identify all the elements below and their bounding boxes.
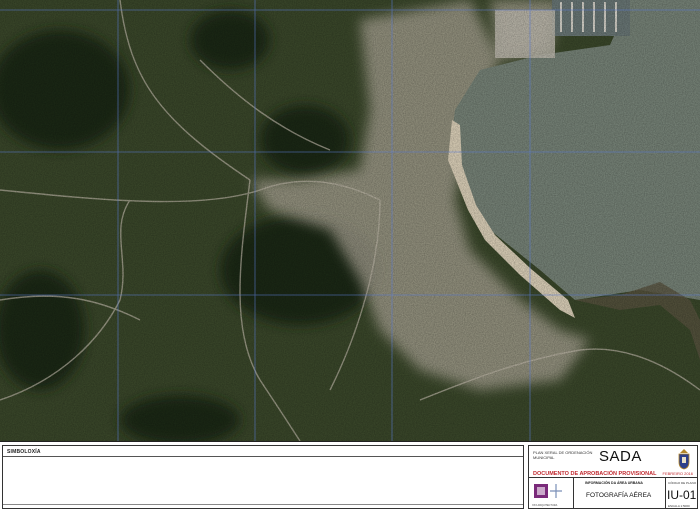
legend-bottom-line [3, 504, 523, 508]
scale-label: ESCALA 1:5000 [668, 504, 690, 508]
sheet-title: FOTOGRAFÍA AÉREA [586, 492, 652, 499]
document-date: FEBREIRO 2016 [662, 471, 693, 476]
title-block: PLAN XERAL DE ORDENACIÓN MUNICIPAL SADA … [528, 445, 698, 509]
title-block-vline-1 [573, 477, 574, 508]
municipality-name: SADA [599, 448, 642, 465]
sheet-frame: SIMBOLOXÍA PLAN XERAL DE ORDENACIÓN MUNI… [0, 441, 700, 512]
photo-texture [0, 0, 700, 441]
aerial-map[interactable] [0, 0, 700, 441]
legend-box: SIMBOLOXÍA [2, 445, 524, 509]
firm-logo-icon [534, 484, 562, 498]
title-block-divider [529, 477, 697, 478]
info-section: INFORMACIÓN DA ÁREA URBANA [585, 481, 643, 485]
legend-title: SIMBOLOXÍA [7, 449, 41, 455]
title-block-vline-2 [665, 477, 666, 508]
coat-of-arms-icon [678, 449, 690, 470]
firm-logo-label: XXX ARQUITECTURA [532, 504, 558, 507]
plan-sheet: SIMBOLOXÍA PLAN XERAL DE ORDENACIÓN MUNI… [0, 0, 700, 512]
code-label: CÓDIGO DE PLANO [668, 481, 697, 485]
sheet-code: IU-01 [667, 488, 697, 502]
plan-text: PLAN XERAL DE ORDENACIÓN MUNICIPAL [533, 450, 593, 460]
legend-divider [3, 456, 523, 457]
aerial-map-canvas [0, 0, 700, 441]
